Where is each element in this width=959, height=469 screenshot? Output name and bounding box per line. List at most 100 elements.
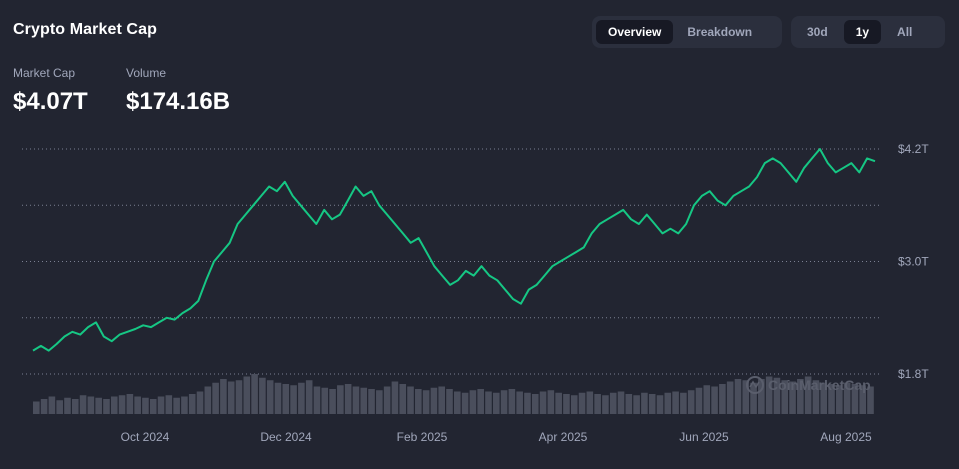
volume-bar — [742, 380, 750, 414]
volume-bar — [212, 382, 219, 414]
volume-bar — [266, 380, 274, 414]
volume-bar — [461, 392, 469, 414]
x-tick-label: Feb 2025 — [397, 430, 448, 444]
volume-bar — [508, 389, 516, 414]
volume-value: $174.16B — [126, 88, 231, 115]
volume-bar — [126, 394, 134, 414]
volume-bar — [664, 392, 672, 414]
volume-bar — [687, 390, 695, 414]
volume-bar — [609, 392, 617, 414]
volume-bar — [485, 391, 492, 414]
volume-bar — [446, 389, 453, 414]
tab-breakdown[interactable]: Breakdown — [675, 20, 764, 44]
volume-bar — [352, 386, 360, 414]
market-cap-line — [32, 148, 876, 352]
x-tick-label: Jun 2025 — [679, 430, 729, 444]
volume-bar — [703, 385, 711, 414]
volume-bar — [477, 389, 484, 414]
volume-bar — [204, 386, 212, 414]
volume-bar — [726, 381, 734, 414]
volume-bar — [157, 396, 165, 414]
volume-bar — [33, 401, 40, 414]
volume-bar — [430, 387, 438, 414]
watermark-text: CoinMarketCap — [768, 377, 871, 393]
volume-bar — [399, 384, 407, 414]
range-30d-button[interactable]: 30d — [795, 20, 840, 44]
volume-bar — [173, 397, 180, 414]
volume-bar — [134, 396, 141, 414]
volume-bar — [48, 396, 56, 414]
x-tick-label: Apr 2025 — [539, 430, 588, 444]
volume-bar — [415, 389, 422, 414]
volume-bar — [110, 396, 118, 414]
volume-bar — [95, 397, 102, 414]
x-tick-label: Aug 2025 — [820, 430, 872, 444]
range-all-button[interactable]: All — [885, 20, 924, 44]
volume-bar — [142, 397, 149, 414]
volume-bar — [625, 394, 633, 414]
volume-bar — [368, 389, 375, 414]
volume-bar — [274, 382, 282, 414]
volume-bar — [711, 386, 718, 414]
volume-bar — [633, 395, 640, 414]
watermark: CoinMarketCap — [746, 376, 871, 394]
volume-bar — [383, 386, 391, 414]
volume-bar — [56, 400, 63, 414]
volume-bar — [196, 391, 204, 414]
y-tick-label: $4.2T — [898, 142, 929, 156]
volume-bar — [251, 374, 258, 414]
x-axis-labels: Oct 2024 Dec 2024 Feb 2025 Apr 2025 Jun 2025… — [121, 430, 872, 444]
volume-bar — [243, 376, 251, 414]
volume-bar — [235, 380, 243, 414]
market-cap-value: $4.07T — [13, 88, 88, 115]
volume-bar — [305, 380, 313, 414]
volume-bar — [492, 392, 500, 414]
volume-bar — [181, 396, 188, 414]
volume-bar — [500, 390, 508, 414]
volume-bar — [79, 395, 87, 414]
volume-bar — [282, 384, 290, 414]
volume-bar — [321, 387, 329, 414]
volume-bar — [376, 390, 383, 414]
volume-bar — [594, 394, 601, 414]
volume-bar — [337, 385, 344, 414]
volume-bar — [672, 391, 679, 414]
volume-bar — [680, 392, 687, 414]
volume-bar — [586, 391, 594, 414]
volume-bar — [360, 387, 368, 414]
volume-bar — [391, 381, 399, 414]
volume-bar — [578, 392, 586, 414]
tab-overview[interactable]: Overview — [596, 20, 674, 44]
volume-bar — [313, 386, 321, 414]
y-tick-label: $1.8T — [898, 367, 929, 381]
volume-bar — [227, 381, 235, 414]
volume-bar — [516, 391, 523, 414]
volume-bar — [555, 392, 562, 414]
volume-bar — [469, 390, 477, 414]
volume-bar — [539, 391, 547, 414]
volume-bar — [188, 394, 196, 414]
volume-bar — [329, 389, 336, 414]
volume-bar — [422, 390, 430, 414]
volume-bar — [695, 387, 703, 414]
market-cap-label: Market Cap — [13, 66, 76, 80]
y-axis-labels: $4.2T $3.0T $1.8T — [898, 142, 929, 381]
page-title: Crypto Market Cap — [13, 21, 157, 38]
volume-bar — [149, 399, 157, 414]
x-tick-label: Oct 2024 — [121, 430, 170, 444]
volume-bar — [524, 392, 531, 414]
volume-bar — [531, 394, 539, 414]
volume-bar — [656, 395, 664, 414]
volume-bar — [220, 379, 227, 414]
volume-bar — [344, 384, 352, 414]
market-cap-chart: $4.2T $3.0T $1.8T Oct 2024 Dec 2024 Feb 2025… — [22, 142, 929, 444]
volume-label: Volume — [126, 66, 167, 80]
volume-bar — [570, 395, 578, 414]
volume-bar — [259, 377, 266, 414]
volume-bar — [438, 386, 446, 414]
volume-bar — [118, 395, 126, 414]
volume-bar — [454, 391, 461, 414]
range-1y-button[interactable]: 1y — [843, 20, 882, 44]
volume-bar — [87, 396, 95, 414]
volume-bar — [71, 399, 79, 414]
